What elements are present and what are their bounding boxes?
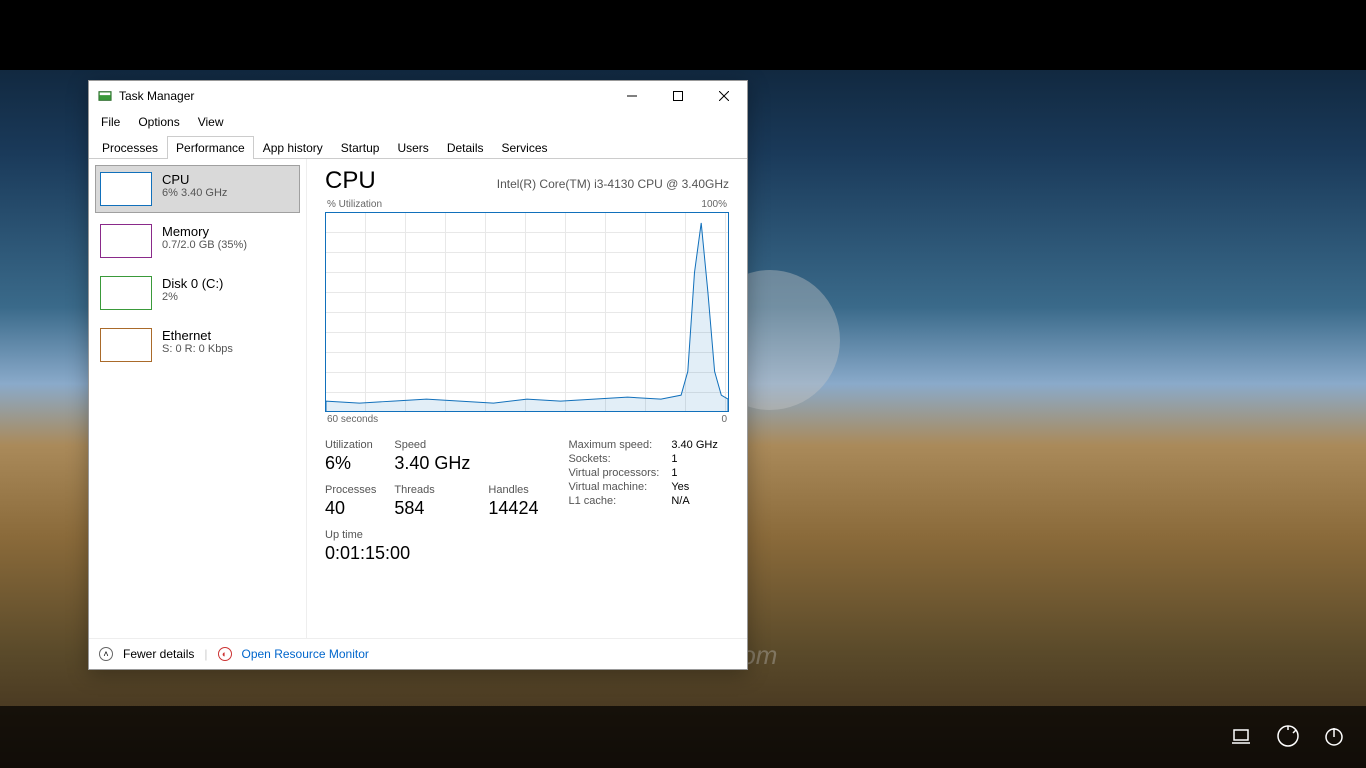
stat-value: 14424 — [488, 498, 538, 519]
stat-value: N/A — [671, 495, 717, 507]
power-icon[interactable] — [1320, 722, 1348, 750]
tab-performance[interactable]: Performance — [167, 136, 254, 159]
sidebar-item-sub: S: 0 R: 0 Kbps — [162, 343, 233, 355]
stat-value: 6% — [325, 453, 376, 474]
stat-label: Virtual processors: — [568, 467, 659, 479]
stat-label: Speed — [394, 439, 470, 451]
maximize-button[interactable] — [655, 81, 701, 111]
fewer-details-link[interactable]: Fewer details — [123, 647, 194, 661]
close-button[interactable] — [701, 81, 747, 111]
uptime-label: Up time — [325, 529, 538, 541]
performance-sidebar: CPU 6% 3.40 GHz Memory 0.7/2.0 GB (35%) … — [89, 159, 307, 638]
collapse-icon[interactable]: ˄ — [99, 647, 113, 661]
cpu-utilization-chart — [325, 212, 729, 412]
stat-label: Utilization — [325, 439, 376, 451]
network-icon[interactable] — [1228, 722, 1256, 750]
stat-value: 1 — [671, 453, 717, 465]
stat-label: Handles — [488, 484, 538, 496]
ethernet-thumbnail-icon — [100, 328, 152, 362]
sidebar-item-ethernet[interactable]: Ethernet S: 0 R: 0 Kbps — [95, 321, 300, 369]
stat-label: Maximum speed: — [568, 439, 659, 451]
resmon-icon: ◐ — [218, 647, 232, 661]
ease-of-access-icon[interactable] — [1274, 722, 1302, 750]
resource-title: CPU — [325, 167, 376, 195]
window-title: Task Manager — [119, 89, 609, 103]
stats-secondary: Maximum speed: 3.40 GHz Sockets: 1 Virtual… — [568, 439, 717, 564]
sidebar-item-cpu[interactable]: CPU 6% 3.40 GHz — [95, 165, 300, 213]
cpu-model: Intel(R) Core(TM) i3-4130 CPU @ 3.40GHz — [497, 177, 729, 191]
menu-view[interactable]: View — [190, 113, 232, 131]
tab-services[interactable]: Services — [493, 136, 557, 159]
sidebar-item-sub: 0.7/2.0 GB (35%) — [162, 239, 247, 251]
sidebar-item-label: CPU — [162, 172, 227, 187]
top-letterbox — [0, 0, 1366, 70]
stat-value: 584 — [394, 498, 470, 519]
open-resource-monitor-link[interactable]: Open Resource Monitor — [242, 647, 369, 661]
chart-xlabel-right: 0 — [721, 414, 727, 425]
menu-file[interactable]: File — [93, 113, 128, 131]
stat-value: 1 — [671, 467, 717, 479]
stat-label: Virtual machine: — [568, 481, 659, 493]
sidebar-item-sub: 2% — [162, 291, 223, 303]
tab-app-history[interactable]: App history — [254, 136, 332, 159]
titlebar[interactable]: Task Manager — [89, 81, 747, 111]
chart-ylabel: % Utilization — [327, 199, 382, 210]
uptime-value: 0:01:15:00 — [325, 543, 538, 564]
chart-xlabel-left: 60 seconds — [327, 414, 378, 425]
performance-main: CPU Intel(R) Core(TM) i3-4130 CPU @ 3.40… — [307, 159, 747, 638]
menu-options[interactable]: Options — [130, 113, 187, 131]
bottom-letterbox — [0, 706, 1366, 768]
minimize-button[interactable] — [609, 81, 655, 111]
stat-value: Yes — [671, 481, 717, 493]
tab-details[interactable]: Details — [438, 136, 493, 159]
system-tray — [1228, 722, 1348, 750]
sidebar-item-sub: 6% 3.40 GHz — [162, 187, 227, 199]
stat-label: Threads — [394, 484, 470, 496]
cpu-thumbnail-icon — [100, 172, 152, 206]
memory-thumbnail-icon — [100, 224, 152, 258]
stat-value: 40 — [325, 498, 376, 519]
tab-users[interactable]: Users — [388, 136, 437, 159]
stat-label: L1 cache: — [568, 495, 659, 507]
task-manager-window: Task Manager File Options View Processes… — [88, 80, 748, 670]
window-footer: ˄ Fewer details | ◐ Open Resource Monito… — [89, 638, 747, 669]
disk-thumbnail-icon — [100, 276, 152, 310]
content-area: CPU 6% 3.40 GHz Memory 0.7/2.0 GB (35%) … — [89, 159, 747, 638]
tab-startup[interactable]: Startup — [332, 136, 389, 159]
sidebar-item-label: Memory — [162, 224, 247, 239]
sidebar-item-memory[interactable]: Memory 0.7/2.0 GB (35%) — [95, 217, 300, 265]
stats-primary: Utilization6% Speed3.40 GHz Processes40 … — [325, 439, 538, 564]
tab-processes[interactable]: Processes — [93, 136, 167, 159]
sidebar-item-label: Disk 0 (C:) — [162, 276, 223, 291]
stat-value: 3.40 GHz — [671, 439, 717, 451]
sidebar-item-label: Ethernet — [162, 328, 233, 343]
stat-label: Sockets: — [568, 453, 659, 465]
menubar: File Options View — [89, 111, 747, 135]
sidebar-item-disk[interactable]: Disk 0 (C:) 2% — [95, 269, 300, 317]
stat-label: Processes — [325, 484, 376, 496]
chart-ymax: 100% — [701, 199, 727, 210]
stat-value: 3.40 GHz — [394, 453, 470, 474]
tab-strip: Processes Performance App history Startu… — [89, 135, 747, 159]
app-icon — [97, 88, 113, 104]
